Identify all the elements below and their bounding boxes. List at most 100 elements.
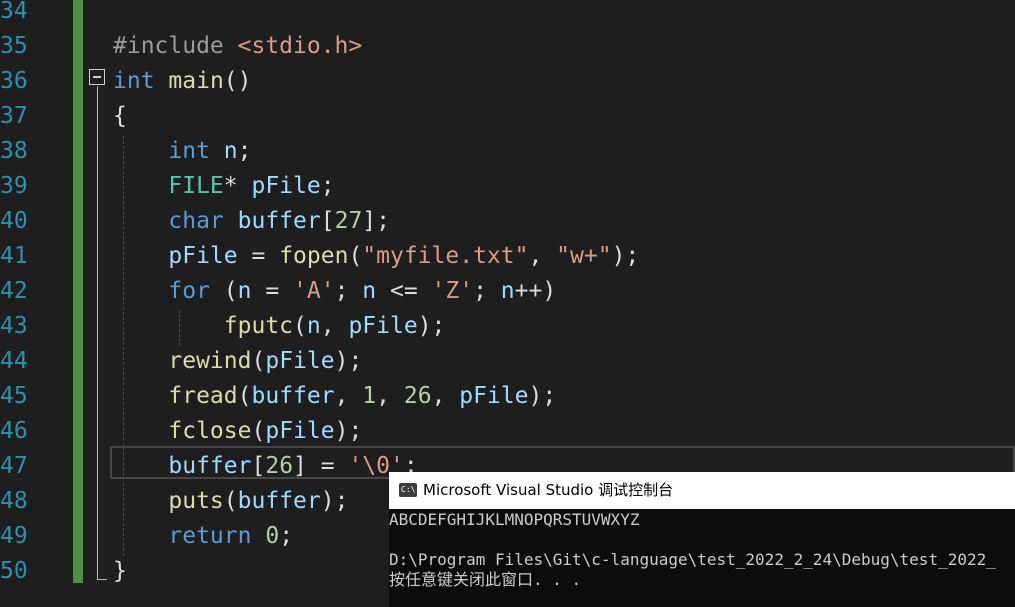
code-token: return	[168, 523, 252, 549]
code-token: <=	[376, 278, 432, 304]
code-token: "w+"	[556, 243, 612, 269]
code-token: 26	[265, 453, 294, 479]
code-line: return 0;	[113, 519, 293, 554]
code-token: for	[168, 278, 210, 304]
code-token: ,	[320, 313, 349, 339]
code-token: (	[293, 313, 307, 339]
code-token: 26	[403, 383, 432, 409]
code-line: char buffer[27];	[113, 204, 390, 239]
code-token: main	[168, 68, 224, 94]
code-token: (	[237, 383, 252, 409]
code-line: puts(buffer);	[113, 484, 348, 519]
console-path-line: D:\Program Files\Git\c-language\test_202…	[389, 550, 996, 569]
code-line: int n;	[113, 134, 252, 169]
code-token: fopen	[279, 243, 349, 269]
code-token: "myfile.txt"	[362, 243, 529, 269]
code-token: n	[362, 278, 377, 304]
code-token: (	[251, 348, 266, 374]
code-token: *	[223, 173, 252, 199]
code-token: ++)	[514, 278, 557, 304]
code-token: 'A'	[293, 278, 335, 304]
code-token: [	[251, 453, 266, 479]
code-line: buffer[26] = '\0';	[113, 449, 417, 484]
code-token: buffer	[251, 383, 335, 409]
code-token: );	[320, 488, 349, 514]
code-line: pFile = fopen("myfile.txt", "w+");	[113, 239, 639, 274]
code-token: n	[500, 278, 515, 304]
console-app-icon: C:\	[399, 483, 417, 497]
console-icon-label: C:\	[401, 485, 416, 494]
code-token: pFile	[168, 243, 238, 269]
code-token: ,	[528, 243, 557, 269]
code-token: {	[113, 103, 127, 129]
code-token: n	[306, 313, 321, 339]
code-token: );	[611, 243, 640, 269]
code-token: =	[251, 278, 294, 304]
code-line: int main()	[113, 64, 252, 99]
code-token: puts	[168, 488, 224, 514]
code-line: for (n = 'A'; n <= 'Z'; n++)	[113, 274, 556, 309]
code-token: (	[348, 243, 363, 269]
code-token: ,	[431, 383, 460, 409]
code-token: FILE	[168, 173, 224, 199]
code-token: pFile	[265, 418, 335, 444]
code-token: fclose	[168, 418, 252, 444]
code-line: FILE* pFile;	[113, 169, 335, 204]
code-line: #include <stdio.h>	[113, 29, 362, 64]
debug-console-window[interactable]: C:\ Microsoft Visual Studio 调试控制台 ABCDEF…	[389, 472, 1015, 607]
code-token: [	[320, 208, 335, 234]
code-token: n	[223, 138, 238, 164]
code-line: fclose(pFile);	[113, 414, 362, 449]
code-token: ;	[237, 138, 252, 164]
code-line: }	[113, 554, 127, 589]
code-token: (	[209, 278, 238, 304]
code-token: pFile	[251, 173, 321, 199]
code-token: ,	[376, 383, 404, 409]
code-token: );	[334, 418, 363, 444]
code-token: );	[528, 383, 557, 409]
code-line: fputc(n, pFile);	[113, 309, 446, 344]
code-token: pFile	[348, 313, 418, 339]
code-token: ];	[362, 208, 390, 234]
console-output-line: ABCDEFGHIJKLMNOPQRSTUVWXYZ	[389, 510, 640, 529]
code-token: (	[223, 488, 238, 514]
code-token: ;	[279, 523, 294, 549]
code-token: =	[237, 243, 280, 269]
code-token: pFile	[265, 348, 335, 374]
code-token: buffer	[237, 488, 321, 514]
code-token: ,	[334, 383, 363, 409]
code-token: );	[417, 313, 446, 339]
code-token: #include	[113, 33, 238, 59]
code-line: fread(buffer, 1, 26, pFile);	[113, 379, 556, 414]
code-token: fputc	[223, 313, 294, 339]
code-token: n	[237, 278, 252, 304]
code-token: ;	[334, 278, 363, 304]
code-token: 'Z'	[431, 278, 474, 304]
code-token: buffer	[237, 208, 321, 234]
code-token: int	[113, 68, 155, 94]
code-token: ()	[223, 68, 252, 94]
code-token: ;	[320, 173, 335, 199]
code-line: rewind(pFile);	[113, 344, 362, 379]
code-token: rewind	[168, 348, 252, 374]
code-token: 1	[362, 383, 377, 409]
console-title-bar[interactable]: C:\ Microsoft Visual Studio 调试控制台	[389, 472, 1015, 509]
code-line: {	[113, 99, 127, 134]
code-token: ] =	[293, 453, 349, 479]
code-token: 0	[265, 523, 280, 549]
code-token: int	[168, 138, 210, 164]
code-token: 27	[334, 208, 363, 234]
